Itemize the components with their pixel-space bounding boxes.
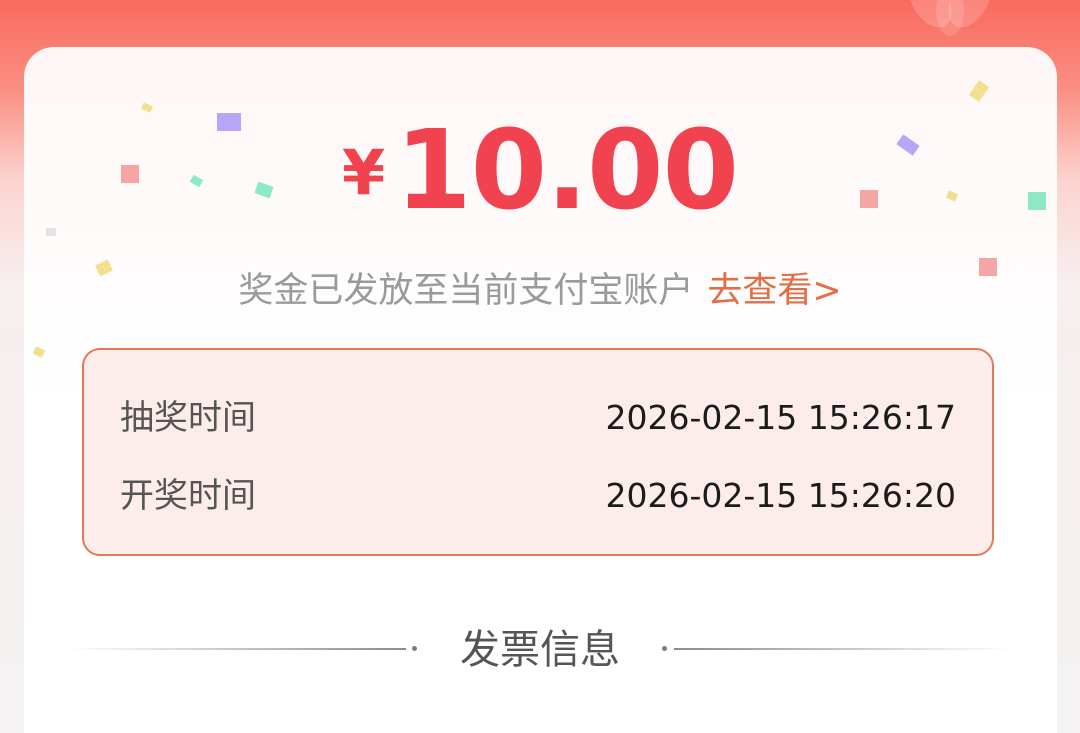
- view-account-link[interactable]: 去查看>: [707, 271, 841, 311]
- flower-decoration-icon: [908, 0, 992, 36]
- currency-symbol: ¥: [341, 136, 386, 209]
- payout-message: 奖金已发放至当前支付宝账户: [238, 271, 694, 311]
- divider-dot-right: [662, 646, 667, 651]
- announce-time-label: 开奖时间: [120, 476, 256, 516]
- prize-result-page: ¥10.00 奖金已发放至当前支付宝账户 去查看> 抽奖时间 2026-02-15…: [0, 0, 1080, 733]
- draw-time-row: 抽奖时间 2026-02-15 15:26:17: [120, 394, 956, 442]
- payout-notice: 奖金已发放至当前支付宝账户 去查看>: [0, 262, 1080, 313]
- prize-amount: ¥10.00: [0, 106, 1080, 234]
- invoice-section-title: 发票信息: [460, 627, 620, 673]
- amount-value: 10.00: [395, 106, 739, 234]
- section-divider-right: [674, 648, 1012, 650]
- draw-time-value: 2026-02-15 15:26:17: [605, 398, 956, 437]
- draw-time-label: 抽奖时间: [120, 398, 256, 438]
- draw-time-box: 抽奖时间 2026-02-15 15:26:17 开奖时间 2026-02-15…: [82, 348, 994, 556]
- announce-time-row: 开奖时间 2026-02-15 15:26:20: [120, 472, 956, 520]
- announce-time-value: 2026-02-15 15:26:20: [605, 476, 956, 515]
